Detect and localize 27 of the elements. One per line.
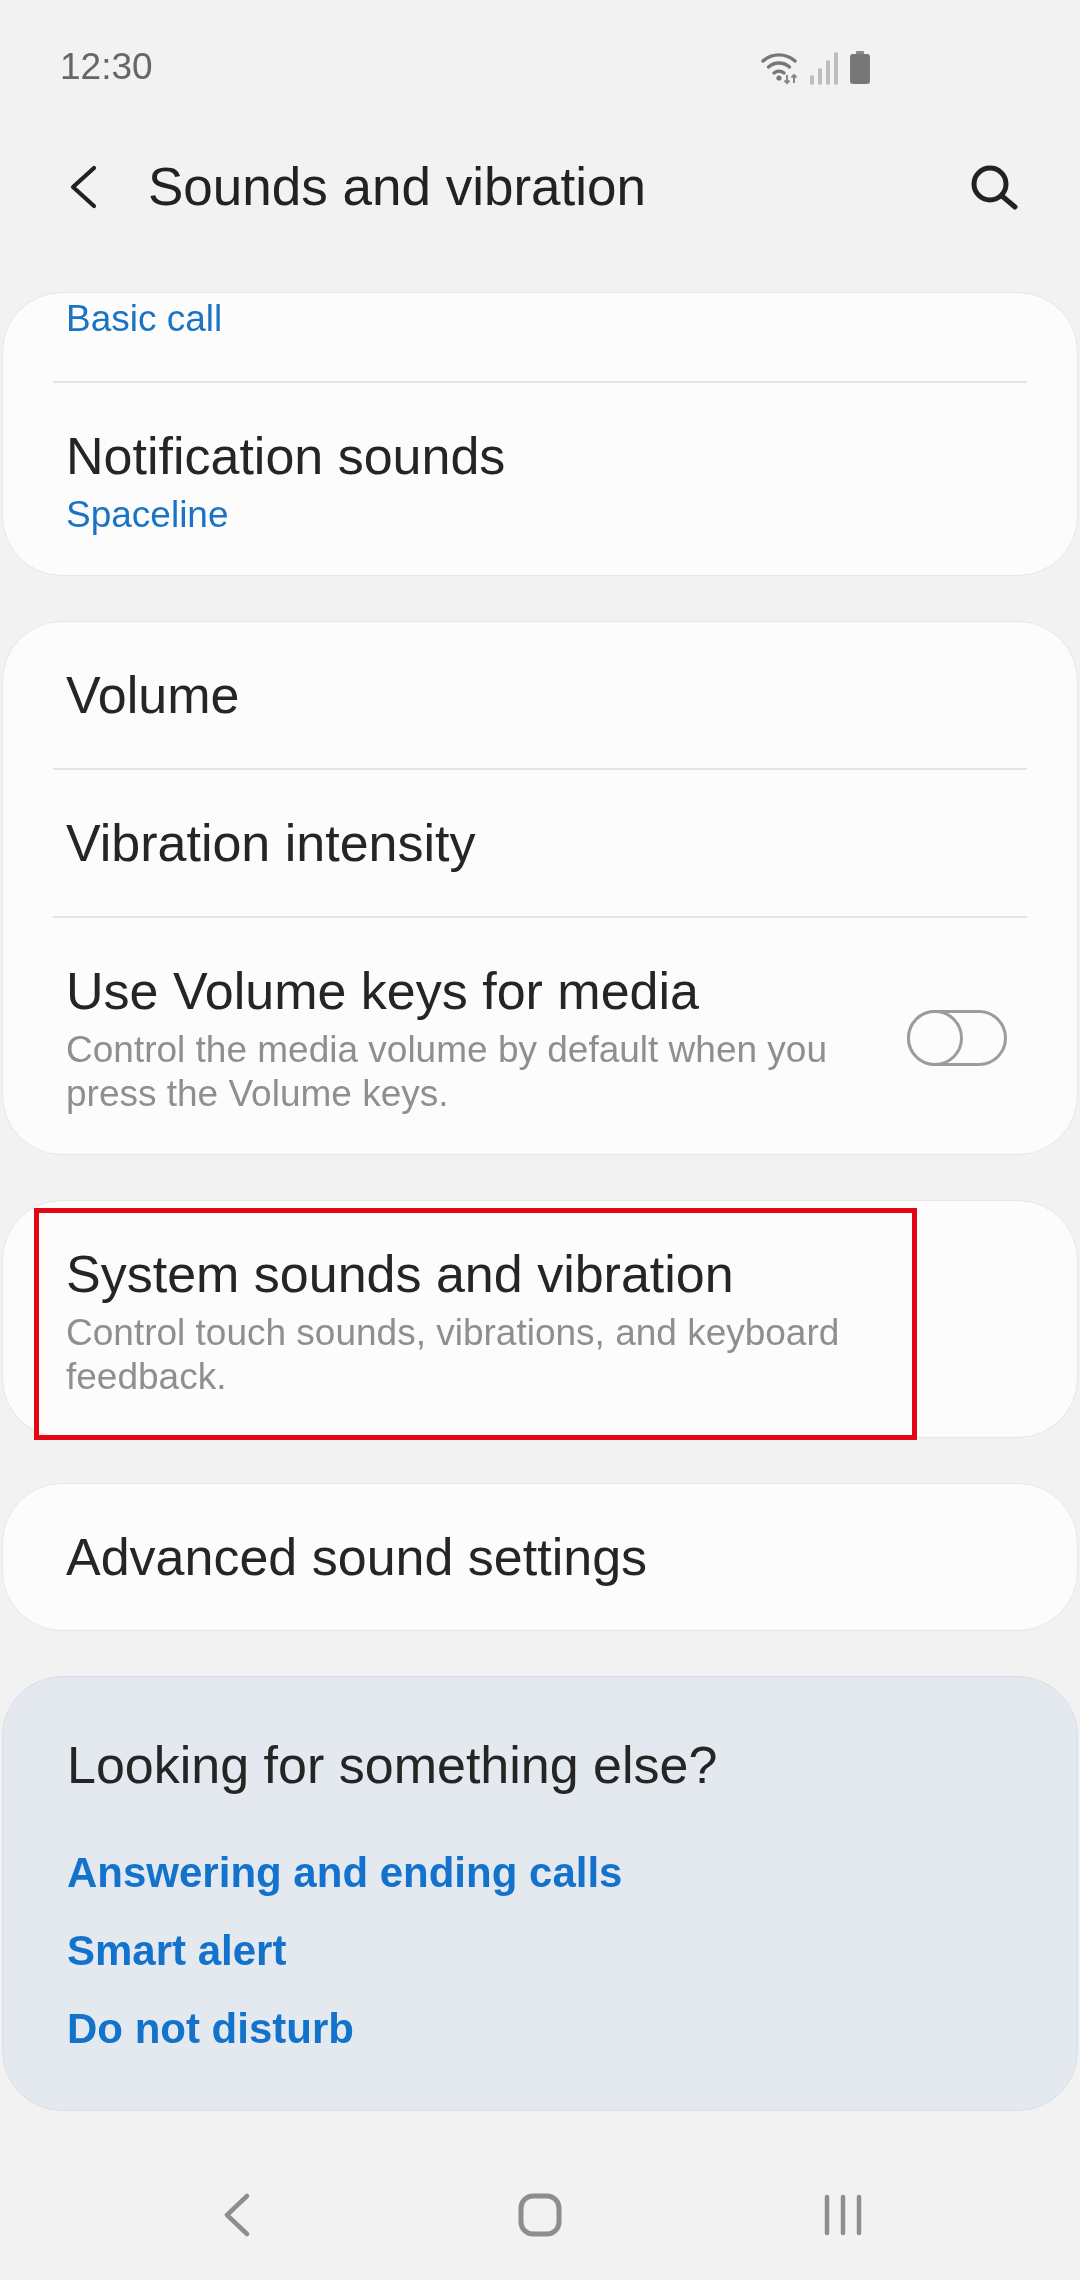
- suggestion-heading: Looking for something else?: [67, 1735, 719, 1796]
- recents-icon: [823, 2194, 863, 2236]
- setting-title[interactable]: Use Volume keys for media: [66, 960, 866, 1022]
- setting-description: Control the media volume by default when you press the Volume keys.: [66, 1028, 828, 1116]
- page-title: Sounds and vibration: [148, 156, 647, 218]
- suggestion-link[interactable]: Smart alert: [67, 1926, 287, 1976]
- home-icon: [518, 2193, 562, 2237]
- setting-title[interactable]: Advanced sound settings: [66, 1526, 946, 1588]
- nav-recents-button[interactable]: [823, 2194, 863, 2236]
- search-icon[interactable]: [970, 164, 1018, 210]
- nav-home-button[interactable]: [518, 2193, 562, 2237]
- back-icon: [224, 2193, 250, 2237]
- suggestion-link[interactable]: Do not disturb: [67, 2004, 354, 2054]
- battery-icon: [850, 50, 870, 84]
- signal-icon: [810, 49, 839, 85]
- setting-description: Control touch sounds, vibrations, and keyboard feedback.: [66, 1311, 841, 1399]
- setting-title[interactable]: System sounds and vibration: [66, 1243, 946, 1305]
- setting-value: Basic call: [66, 297, 224, 341]
- back-icon[interactable]: [69, 165, 97, 209]
- nav-back-button[interactable]: [224, 2193, 250, 2237]
- setting-title[interactable]: Volume: [66, 664, 946, 726]
- suggestion-link[interactable]: Answering and ending calls: [67, 1848, 623, 1898]
- status-time: 12:30: [60, 45, 153, 89]
- toggle-switch[interactable]: [907, 1010, 1007, 1066]
- setting-title[interactable]: Notification sounds: [66, 425, 946, 487]
- setting-value: Spaceline: [66, 493, 230, 537]
- setting-title[interactable]: Vibration intensity: [66, 812, 946, 874]
